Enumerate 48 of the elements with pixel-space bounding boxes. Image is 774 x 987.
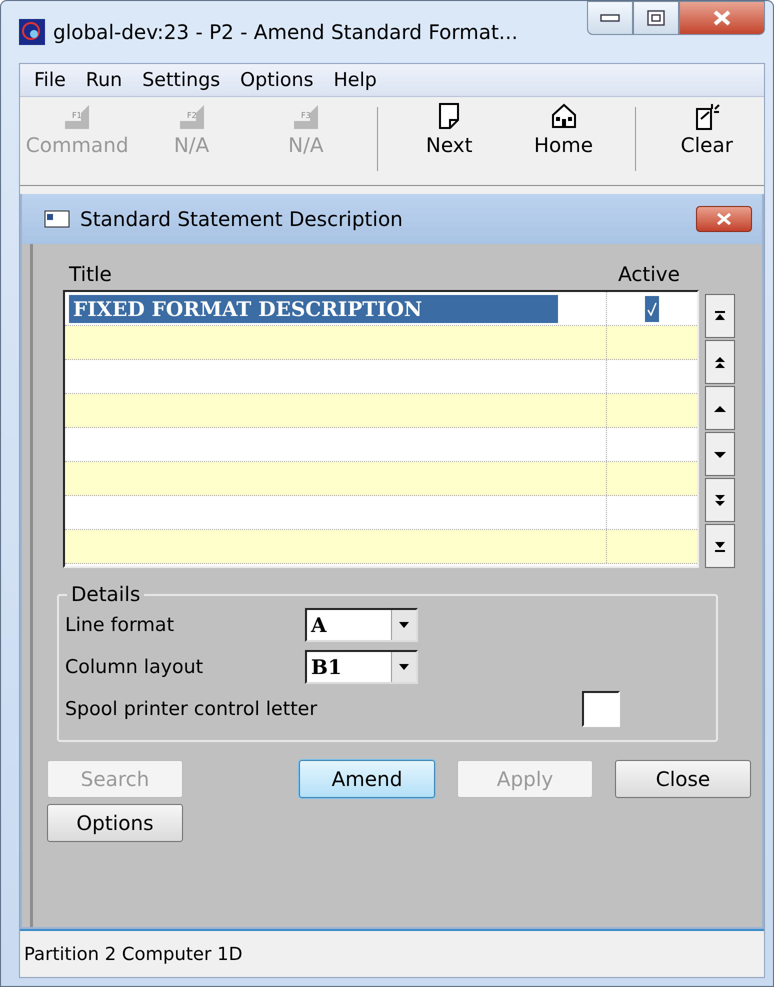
toolbar-button[interactable]: Clear: [650, 101, 764, 185]
close-icon: [716, 212, 732, 226]
arrow-to-end-icon: [713, 540, 727, 552]
scroll-button[interactable]: [705, 524, 735, 568]
field-label: Spool printer control letter: [65, 698, 318, 720]
scroll-button[interactable]: [705, 478, 735, 522]
scroll-button[interactable]: [705, 386, 735, 430]
toolbar-button[interactable]: Home: [506, 101, 621, 185]
minimize-icon: [600, 13, 620, 23]
table-row[interactable]: FIXED FORMAT DESCRIPTION: [65, 292, 697, 326]
menu-item[interactable]: File: [26, 67, 74, 93]
menu-item[interactable]: Options: [232, 67, 322, 93]
double-arrow-icon: [713, 494, 727, 506]
scroll-button[interactable]: [705, 294, 735, 338]
scroll-button[interactable]: [705, 340, 735, 384]
dropdown-field[interactable]: A: [305, 608, 418, 642]
field-label: Column layout: [65, 656, 204, 678]
app-icon: [19, 19, 45, 45]
toolbar-button[interactable]: Next: [392, 101, 506, 185]
menu-item[interactable]: Run: [78, 67, 130, 93]
double-arrow-icon: [713, 356, 727, 368]
menu-item[interactable]: Help: [325, 67, 385, 93]
dialog-button[interactable]: Close: [615, 760, 751, 798]
dialog-button[interactable]: Amend: [299, 760, 435, 798]
menu-item[interactable]: Settings: [134, 67, 228, 93]
table-cell: FIXED FORMAT DESCRIPTION: [69, 294, 558, 322]
maximize-button[interactable]: [633, 1, 679, 35]
arrow-to-end-icon: [713, 310, 727, 322]
home-icon: [550, 101, 578, 131]
close-icon: [712, 9, 732, 27]
dropdown-arrow-icon: [398, 663, 410, 671]
dialog-button[interactable]: Options: [47, 804, 183, 842]
field-label: Line format: [65, 614, 176, 636]
window-title: global-dev:23 - P2 - Amend Standard Format...: [53, 20, 519, 44]
column-header: Active: [617, 262, 681, 286]
status-text: Partition 2 Computer 1D: [24, 944, 242, 964]
scroll-button[interactable]: [705, 432, 735, 476]
window-icon: [44, 210, 70, 228]
restore-icon: [646, 10, 666, 26]
dropdown-field[interactable]: B1: [305, 650, 418, 684]
close-button[interactable]: [696, 206, 752, 232]
column-header: Title: [68, 262, 113, 286]
checkbox[interactable]: [645, 296, 659, 322]
close-button[interactable]: [679, 1, 765, 35]
minimize-button[interactable]: [587, 1, 633, 35]
input-field[interactable]: [582, 691, 620, 727]
dialog-title: Standard Statement Description: [80, 207, 404, 231]
dropdown-arrow-icon: [398, 621, 410, 629]
